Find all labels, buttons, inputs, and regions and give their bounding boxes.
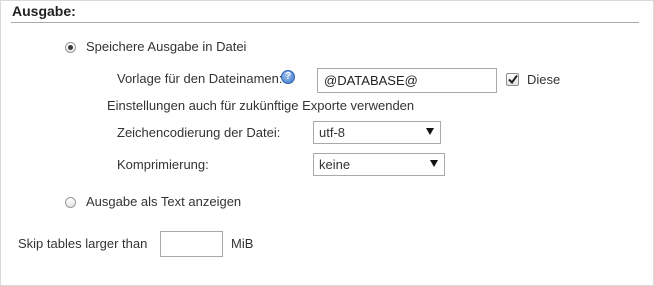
output-as-text-label: Ausgabe als Text anzeigen [86,194,242,209]
charset-label: Zeichencodierung der Datei: [117,125,281,140]
remember-template-checkbox[interactable] [506,73,519,86]
output-as-text-radio[interactable] [65,197,76,208]
section-title: Ausgabe: [12,3,76,19]
compression-select[interactable]: keine [313,153,445,176]
skip-tables-label: Skip tables larger than [18,236,148,251]
save-to-file-radio[interactable] [65,42,76,53]
dropdown-arrow-icon [430,160,438,167]
charset-select-value: utf-8 [319,125,346,140]
checkmark-icon [508,74,518,85]
compression-label: Komprimierung: [117,157,209,172]
section-divider [11,22,639,23]
save-to-file-label: Speichere Ausgabe in Datei [86,39,247,54]
help-question-icon[interactable]: ? [281,70,295,84]
skip-tables-unit: MiB [231,236,254,251]
charset-select[interactable]: utf-8 [313,121,441,144]
skip-tables-input[interactable] [160,231,223,257]
filename-template-input[interactable] [317,68,497,93]
compression-select-value: keine [319,157,351,172]
future-exports-text: Einstellungen auch für zukünftige Export… [107,98,415,113]
dropdown-arrow-icon [426,128,434,135]
output-panel: Ausgabe: Speichere Ausgabe in Datei Vorl… [0,0,654,286]
remember-template-label: Diese [527,72,561,87]
filename-template-label: Vorlage für den Dateinamen: [117,71,283,86]
